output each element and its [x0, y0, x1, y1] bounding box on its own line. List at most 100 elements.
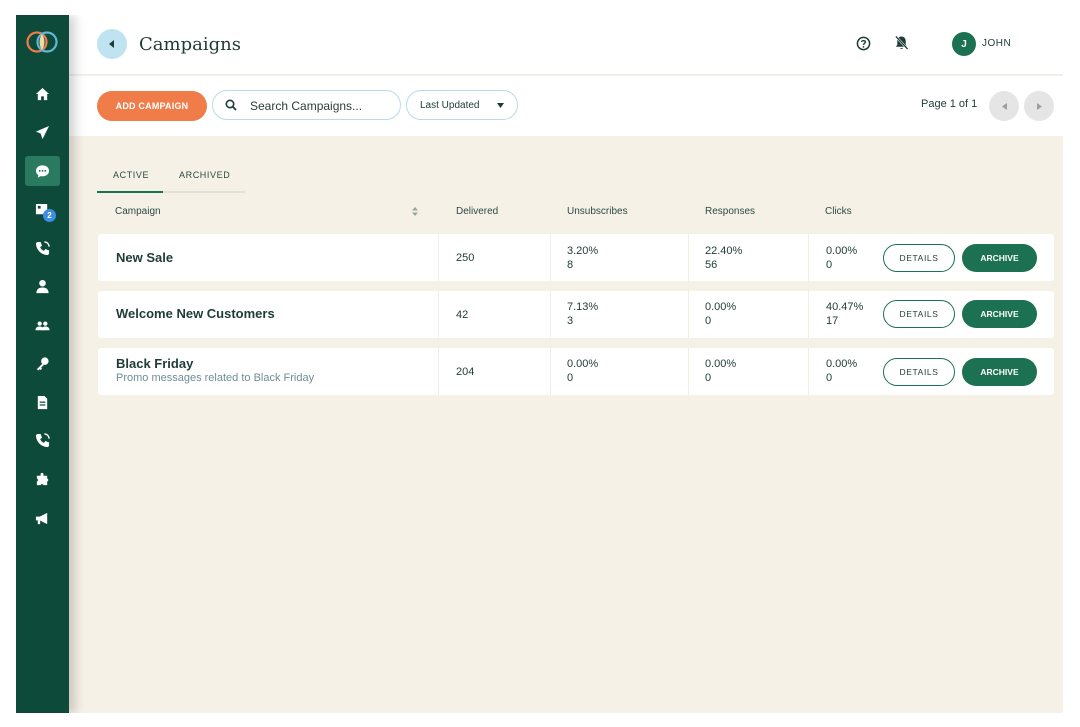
- document-icon: [37, 395, 48, 409]
- nav-integrations[interactable]: [25, 464, 60, 494]
- column-header-clicks: Clicks: [825, 206, 852, 217]
- details-button[interactable]: DETAILS: [883, 300, 955, 328]
- column-divider: [438, 291, 439, 338]
- column-divider: [438, 348, 439, 395]
- tab-underline: [97, 191, 163, 193]
- search-input[interactable]: [250, 97, 390, 115]
- help-icon[interactable]: [856, 36, 871, 51]
- sort-icon[interactable]: [412, 207, 418, 216]
- send-icon: [35, 125, 50, 139]
- campaign-description: Promo messages related to Black Friday: [116, 372, 315, 384]
- nav-keys[interactable]: [25, 348, 60, 378]
- archive-button[interactable]: ARCHIVE: [962, 358, 1037, 386]
- campaign-name: Welcome New Customers: [116, 306, 275, 321]
- delivered-value: 42: [456, 309, 469, 321]
- chevron-left-icon: [109, 40, 114, 48]
- campaign-name: New Sale: [116, 250, 174, 265]
- column-divider: [550, 234, 551, 281]
- unsubscribes-count: 0: [567, 372, 574, 384]
- caret-down-icon: [497, 103, 504, 108]
- sort-select[interactable]: Last Updated: [406, 90, 518, 120]
- column-header-campaign[interactable]: Campaign: [115, 206, 161, 217]
- responses-percent: 0.00%: [705, 301, 737, 313]
- clicks-count: 0: [826, 259, 833, 271]
- header: Campaigns J JOHN: [69, 15, 1063, 75]
- sidebar: 2: [16, 15, 69, 713]
- sort-select-value: Last Updated: [420, 99, 480, 111]
- column-divider: [688, 234, 689, 281]
- table-row: Welcome New Customers 42 7.13% 3 0.00% 0…: [98, 291, 1054, 338]
- tab-archived[interactable]: ARCHIVED: [179, 170, 230, 180]
- archive-button[interactable]: ARCHIVE: [962, 300, 1037, 328]
- clicks-count: 0: [826, 372, 833, 384]
- tabs: ACTIVE ARCHIVED: [97, 163, 245, 193]
- nav-phone[interactable]: [25, 233, 60, 263]
- group-icon: [35, 320, 50, 330]
- phone-icon: [35, 240, 50, 255]
- column-divider: [550, 291, 551, 338]
- delivered-value: 250: [456, 252, 475, 264]
- clicks-percent: 40.47%: [826, 301, 864, 313]
- responses-count: 56: [705, 259, 718, 271]
- column-header-responses: Responses: [705, 206, 756, 217]
- details-button[interactable]: DETAILS: [883, 244, 955, 272]
- page-title: Campaigns: [139, 34, 241, 55]
- nav-send[interactable]: [25, 117, 60, 147]
- user-icon: [36, 279, 49, 293]
- chevron-right-icon: [1036, 102, 1042, 110]
- app-frame: 2 Campaigns J JOHN ADD CAMPAIGN Search C…: [16, 15, 1063, 713]
- inbox-badge: 2: [43, 209, 56, 222]
- clicks-count: 17: [826, 315, 839, 327]
- unsubscribes-count: 8: [567, 259, 574, 271]
- details-button[interactable]: DETAILS: [883, 358, 955, 386]
- unsubscribes-percent: 7.13%: [567, 301, 599, 313]
- nav-inbox[interactable]: 2: [25, 195, 60, 225]
- key-icon: [36, 356, 49, 371]
- campaign-name: Black Friday: [116, 356, 194, 371]
- puzzle-icon: [36, 472, 49, 485]
- search-box[interactable]: [212, 90, 401, 120]
- next-page-button[interactable]: [1024, 91, 1054, 121]
- column-divider: [808, 234, 809, 281]
- column-header-delivered: Delivered: [456, 206, 499, 217]
- column-divider: [808, 291, 809, 338]
- tab-active[interactable]: ACTIVE: [113, 170, 149, 180]
- logo-icon[interactable]: [25, 28, 59, 56]
- home-icon: [35, 87, 50, 100]
- table-row: New Sale 250 3.20% 8 22.40% 56 0.00% 0 D…: [98, 234, 1054, 281]
- archive-button[interactable]: ARCHIVE: [962, 244, 1037, 272]
- chat-icon: [35, 164, 50, 178]
- nav-messages[interactable]: [25, 156, 60, 186]
- nav-broadcasts[interactable]: [25, 503, 60, 533]
- nav-calls[interactable]: [25, 425, 60, 455]
- chevron-left-icon: [1001, 102, 1007, 110]
- pagination-label: Page 1 of 1: [921, 98, 978, 110]
- unsubscribes-count: 3: [567, 315, 574, 327]
- responses-count: 0: [705, 372, 712, 384]
- column-divider: [688, 291, 689, 338]
- phone-call-icon: [35, 432, 50, 447]
- avatar[interactable]: J: [952, 32, 976, 56]
- responses-percent: 22.40%: [705, 245, 743, 257]
- user-name[interactable]: JOHN: [982, 38, 1011, 49]
- unsubscribes-percent: 0.00%: [567, 358, 599, 370]
- responses-percent: 0.00%: [705, 358, 737, 370]
- toolbar: ADD CAMPAIGN Last Updated Page 1 of 1: [69, 76, 1063, 136]
- nav-home[interactable]: [25, 79, 60, 109]
- megaphone-icon: [35, 512, 48, 524]
- column-header-unsubscribes: Unsubscribes: [567, 206, 628, 217]
- nav-contacts[interactable]: [25, 271, 60, 301]
- responses-count: 0: [705, 315, 712, 327]
- column-divider: [808, 348, 809, 395]
- nav-documents[interactable]: [25, 387, 60, 417]
- search-icon: [225, 99, 237, 111]
- back-button[interactable]: [97, 29, 127, 59]
- add-campaign-button[interactable]: ADD CAMPAIGN: [97, 91, 207, 121]
- column-divider: [438, 234, 439, 281]
- notifications-off-icon[interactable]: [894, 35, 909, 51]
- nav-groups[interactable]: [25, 310, 60, 340]
- column-divider: [550, 348, 551, 395]
- unsubscribes-percent: 3.20%: [567, 245, 599, 257]
- clicks-percent: 0.00%: [826, 245, 858, 257]
- prev-page-button[interactable]: [989, 91, 1019, 121]
